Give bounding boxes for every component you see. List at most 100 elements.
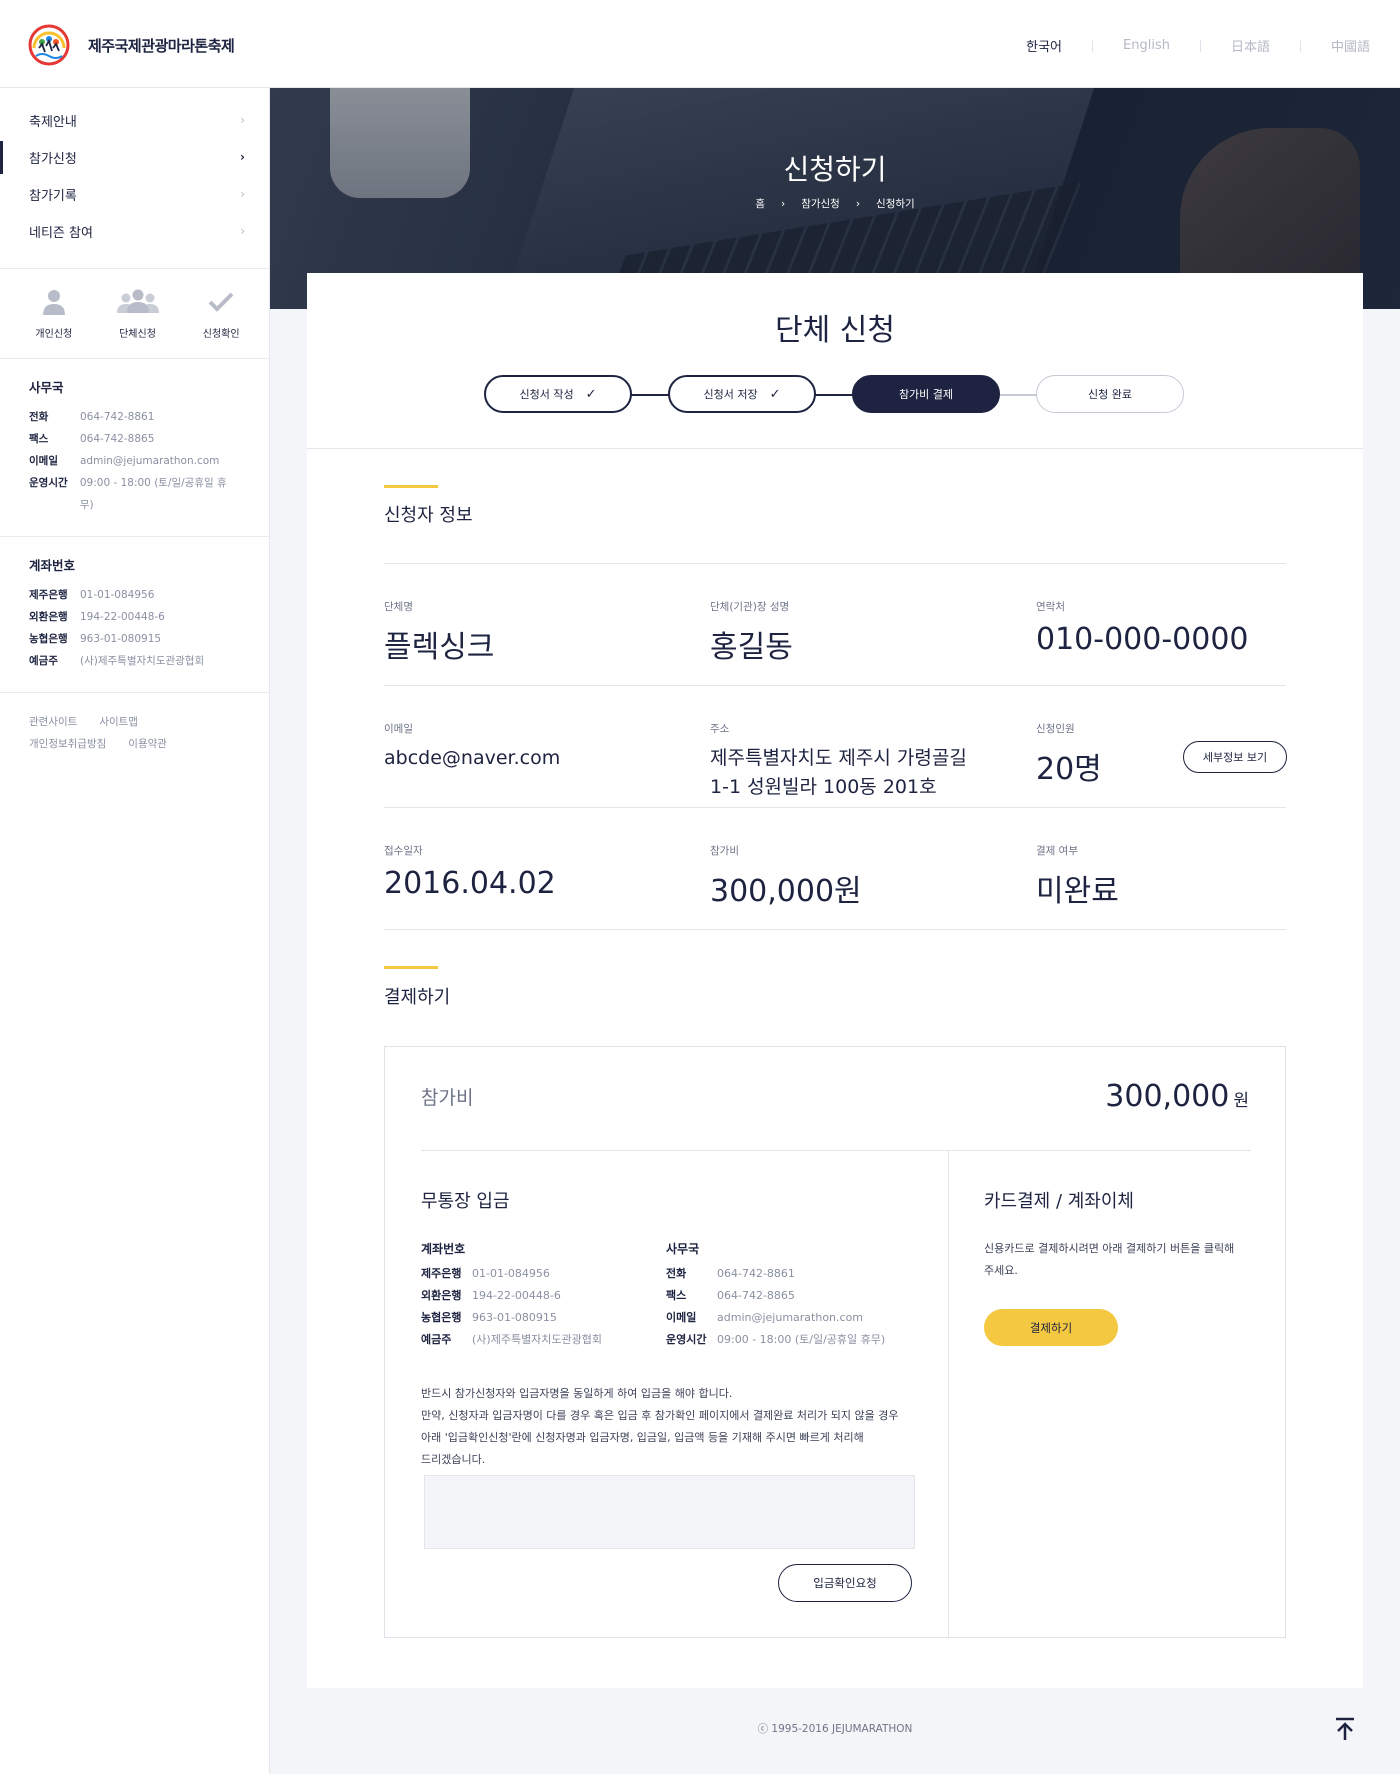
step-save-form[interactable]: 신청서 저장 ✓ [668, 375, 816, 413]
info-row: 농협은행 963-01-080915 [421, 1307, 602, 1329]
step-label: 신청서 저장 [703, 388, 758, 401]
info-row: 운영시간 09:00 - 18:00 (토/일/공휴일 휴무) [29, 472, 240, 516]
info-row: 운영시간 09:00 - 18:00 (토/일/공휴일 휴무) [666, 1329, 885, 1351]
step-connector [814, 394, 854, 396]
field-value: 제주특별자치도 제주시 가령골길 [710, 747, 967, 769]
footer-links: 관련사이트 사이트맵 개인정보취급방침 이용약관 [0, 693, 269, 773]
section-title-payment: 결제하기 [384, 987, 451, 1008]
field-value: 1-1 성원빌라 100동 201호 [710, 776, 937, 798]
info-value: (사)제주특별자치도관광협회 [472, 1333, 603, 1346]
link-terms[interactable]: 이용약관 [128, 733, 167, 755]
divider [384, 563, 1286, 564]
pay-button[interactable]: 결제하기 [984, 1309, 1118, 1346]
divider [421, 1150, 1251, 1151]
info-value: 064-742-8861 [717, 1267, 795, 1280]
language-selector: 한국어 English 日本語 中國語 [1026, 36, 1370, 55]
info-row: 이메일 admin@jejumarathon.com [29, 450, 240, 472]
info-key: 농협은행 [29, 633, 68, 645]
sidebar-item-registration[interactable]: 참가신청 › [0, 139, 269, 176]
site-header: 제주국제관광마라톤축제 한국어 English 日本語 中國語 [0, 0, 1400, 88]
info-row: 팩스 064-742-8865 [29, 428, 240, 450]
quick-individual[interactable]: 개인신청 [12, 285, 96, 340]
checkmark-icon: ✓ [769, 386, 781, 402]
deposit-confirm-textarea[interactable] [424, 1475, 915, 1549]
info-value: 194-22-00448-6 [472, 1289, 561, 1302]
info-key: 운영시간 [666, 1333, 707, 1346]
field-fee: 참가비 300,000원 [710, 843, 862, 910]
fee-unit: 원 [1233, 1091, 1249, 1111]
info-key: 농협은행 [421, 1311, 462, 1324]
step-connector [630, 394, 670, 396]
sidebar-nav: 축제안내 › 참가신청 › 참가기록 › 네티즌 참여 › [0, 88, 269, 250]
step-label: 신청서 작성 [519, 388, 574, 401]
payment-box: 참가비 300,000 원 무통장 입금 계좌번호 제주은행 01-01-08495… [384, 1046, 1286, 1638]
lang-english[interactable]: English [1123, 38, 1170, 53]
breadcrumb-current: 신청하기 [876, 198, 915, 210]
step-complete[interactable]: 신청 완료 [1036, 375, 1184, 413]
quick-group[interactable]: 단체신청 [96, 285, 180, 340]
link-privacy-policy[interactable]: 개인정보취급방침 [29, 733, 106, 755]
deposit-confirm-button[interactable]: 입금확인요청 [778, 1564, 912, 1602]
fee-amount: 300,000 원 [1105, 1079, 1249, 1114]
site-logo[interactable]: 제주국제관광마라톤축제 [28, 24, 235, 66]
info-value: 09:00 - 18:00 (토/일/공휴일 휴무) [79, 477, 227, 511]
field-value: abcde@naver.com [384, 747, 561, 769]
step-payment[interactable]: 참가비 결제 [852, 375, 1000, 413]
sidebar-item-netizen[interactable]: 네티즌 참여 › [0, 213, 269, 250]
lang-chinese[interactable]: 中國語 [1331, 36, 1370, 55]
field-label: 단체(기관)장 성명 [710, 601, 790, 613]
field-label: 신청인원 [1036, 723, 1075, 735]
section-title-applicant: 신청자 정보 [384, 505, 473, 526]
field-label: 결제 여부 [1036, 845, 1078, 857]
info-value: 01-01-084956 [472, 1267, 550, 1280]
quick-confirm[interactable]: 신청확인 [179, 285, 263, 340]
bank-transfer-title: 무통장 입금 [421, 1191, 510, 1212]
field-label: 연락처 [1036, 601, 1065, 613]
lang-korean[interactable]: 한국어 [1026, 36, 1062, 55]
field-label: 참가비 [710, 845, 739, 857]
sidebar-item-label: 축제안내 [29, 115, 77, 130]
info-key: 외환은행 [29, 611, 68, 623]
field-label: 접수일자 [384, 845, 423, 857]
field-label: 단체명 [384, 601, 413, 613]
link-sitemap[interactable]: 사이트맵 [99, 711, 138, 733]
quick-label: 신청확인 [202, 329, 240, 340]
field-date: 접수일자 2016.04.02 [384, 843, 556, 901]
field-value: 20명 [1036, 752, 1102, 787]
field-payment-status: 결제 여부 미완료 [1036, 843, 1119, 910]
divider [948, 1150, 949, 1638]
divider [1199, 39, 1201, 52]
scroll-to-top-icon[interactable] [1333, 1716, 1357, 1742]
info-value: 064-742-8865 [717, 1289, 795, 1302]
sidebar-item-records[interactable]: 참가기록 › [0, 176, 269, 213]
lang-japanese[interactable]: 日本語 [1231, 36, 1270, 55]
fee-label: 참가비 [421, 1087, 474, 1109]
breadcrumb-registration[interactable]: 참가신청 [801, 198, 840, 210]
info-value: 09:00 - 18:00 (토/일/공휴일 휴무) [717, 1333, 886, 1346]
field-value: 010-000-0000 [1036, 622, 1249, 657]
field-contact: 연락처 010-000-0000 [1036, 599, 1249, 657]
info-value: 064-742-8861 [80, 411, 155, 423]
breadcrumb-home[interactable]: 홈 [755, 198, 765, 210]
link-related-sites[interactable]: 관련사이트 [29, 711, 77, 733]
field-group-name: 단체명 플렉싱크 [384, 599, 494, 666]
sidebar-item-label: 참가신청 [29, 152, 77, 167]
field-value: 홍길동 [710, 630, 793, 665]
quick-menu: 개인신청 단체신청 신청확인 [0, 269, 269, 358]
view-details-button[interactable]: 세부정보 보기 [1183, 741, 1287, 773]
copyright: ⓒ 1995-2016 JEJUMARATHON [757, 1723, 913, 1735]
field-label: 주소 [710, 723, 730, 735]
office-title: 사무국 [666, 1242, 700, 1256]
info-value: 194-22-00448-6 [80, 611, 165, 623]
step-write-form[interactable]: 신청서 작성 ✓ [484, 375, 632, 413]
info-row: 제주은행 01-01-084956 [421, 1263, 602, 1285]
sidebar-item-festival-info[interactable]: 축제안내 › [0, 102, 269, 139]
check-icon [208, 292, 234, 312]
field-leader-name: 단체(기관)장 성명 홍길동 [710, 599, 793, 666]
info-key: 운영시간 [29, 477, 68, 489]
notice-line: 반드시 참가신청자와 입금자명을 동일하게 하여 입금을 해야 합니다. [421, 1387, 733, 1400]
checkmark-icon: ✓ [585, 386, 597, 402]
info-value: 963-01-080915 [80, 633, 162, 645]
info-row: 예금주 (사)제주특별자치도관광협회 [421, 1329, 602, 1351]
quick-label: 개인신청 [35, 329, 73, 340]
